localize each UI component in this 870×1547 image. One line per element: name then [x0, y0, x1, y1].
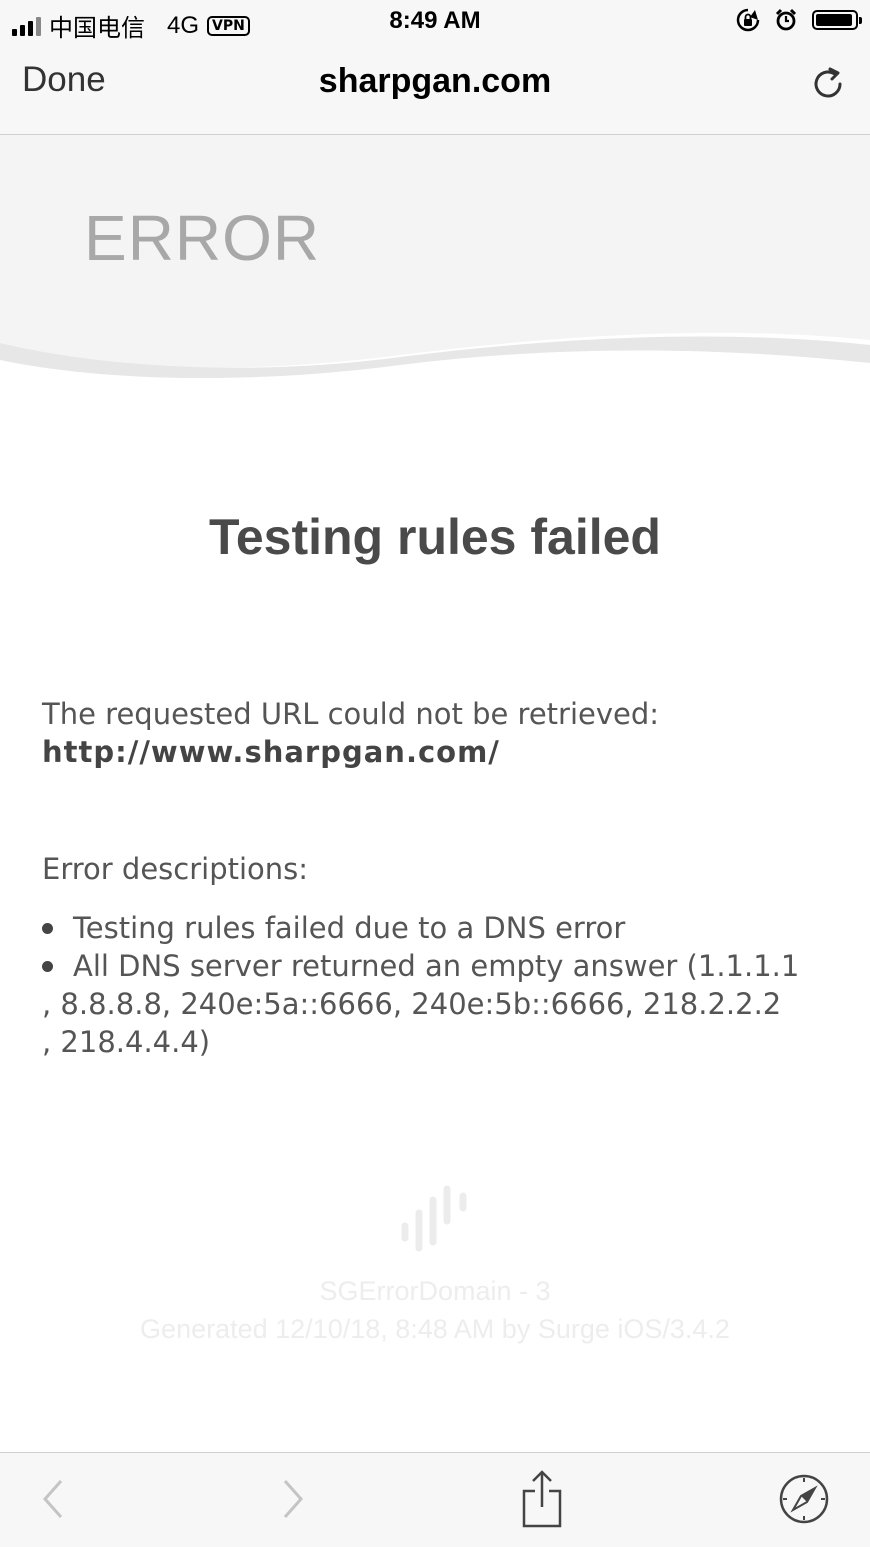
description-text: Testing rules failed due to a DNS error [73, 911, 626, 945]
status-right [736, 8, 862, 32]
surge-logo-icon [701, 196, 785, 282]
description-text-continued: , 218.4.4.4) [42, 1025, 211, 1059]
main-title: Testing rules failed [209, 509, 661, 565]
error-descriptions-label: Error descriptions: [42, 852, 309, 886]
forward-button[interactable] [262, 1469, 322, 1529]
list-item: All DNS server returned an empty answer … [42, 947, 842, 1061]
bullet-icon [42, 923, 53, 934]
share-icon [522, 1470, 562, 1528]
list-item: Testing rules failed due to a DNS error [42, 909, 842, 947]
requested-url: http://www.sharpgan.com/ [42, 735, 500, 769]
reload-icon[interactable] [808, 64, 848, 104]
description-text: All DNS server returned an empty answer … [73, 949, 800, 983]
chevron-left-icon [42, 1480, 63, 1518]
surge-logo-footer-icon [401, 1185, 467, 1252]
error-domain: SGErrorDomain - 3 [319, 1276, 551, 1306]
error-heading: ERROR [84, 202, 321, 274]
chevron-right-icon [283, 1480, 304, 1518]
open-in-safari-button[interactable] [774, 1469, 834, 1529]
error-descriptions-list: Testing rules failed due to a DNS error … [42, 909, 842, 1061]
description-text-continued: , 8.8.8.8, 240e:5a::6666, 240e:5b::6666,… [42, 987, 782, 1021]
battery-icon [812, 10, 862, 30]
status-bar: 中国电信 4G VPN 8:49 AM [0, 0, 870, 42]
orientation-lock-icon [736, 8, 760, 32]
page-title: sharpgan.com [318, 62, 552, 100]
back-button[interactable] [24, 1469, 84, 1529]
generated-info: Generated 12/10/18, 8:48 AM by Surge iOS… [140, 1314, 730, 1344]
requested-url-label: The requested URL could not be retrieved… [42, 697, 660, 731]
bottom-toolbar [0, 1452, 870, 1547]
error-header: ERROR [0, 135, 870, 385]
alarm-icon [775, 8, 797, 31]
compass-icon [779, 1474, 829, 1524]
nav-bar: Done sharpgan.com [0, 42, 870, 135]
bullet-icon [42, 961, 53, 972]
share-button[interactable] [512, 1469, 572, 1529]
